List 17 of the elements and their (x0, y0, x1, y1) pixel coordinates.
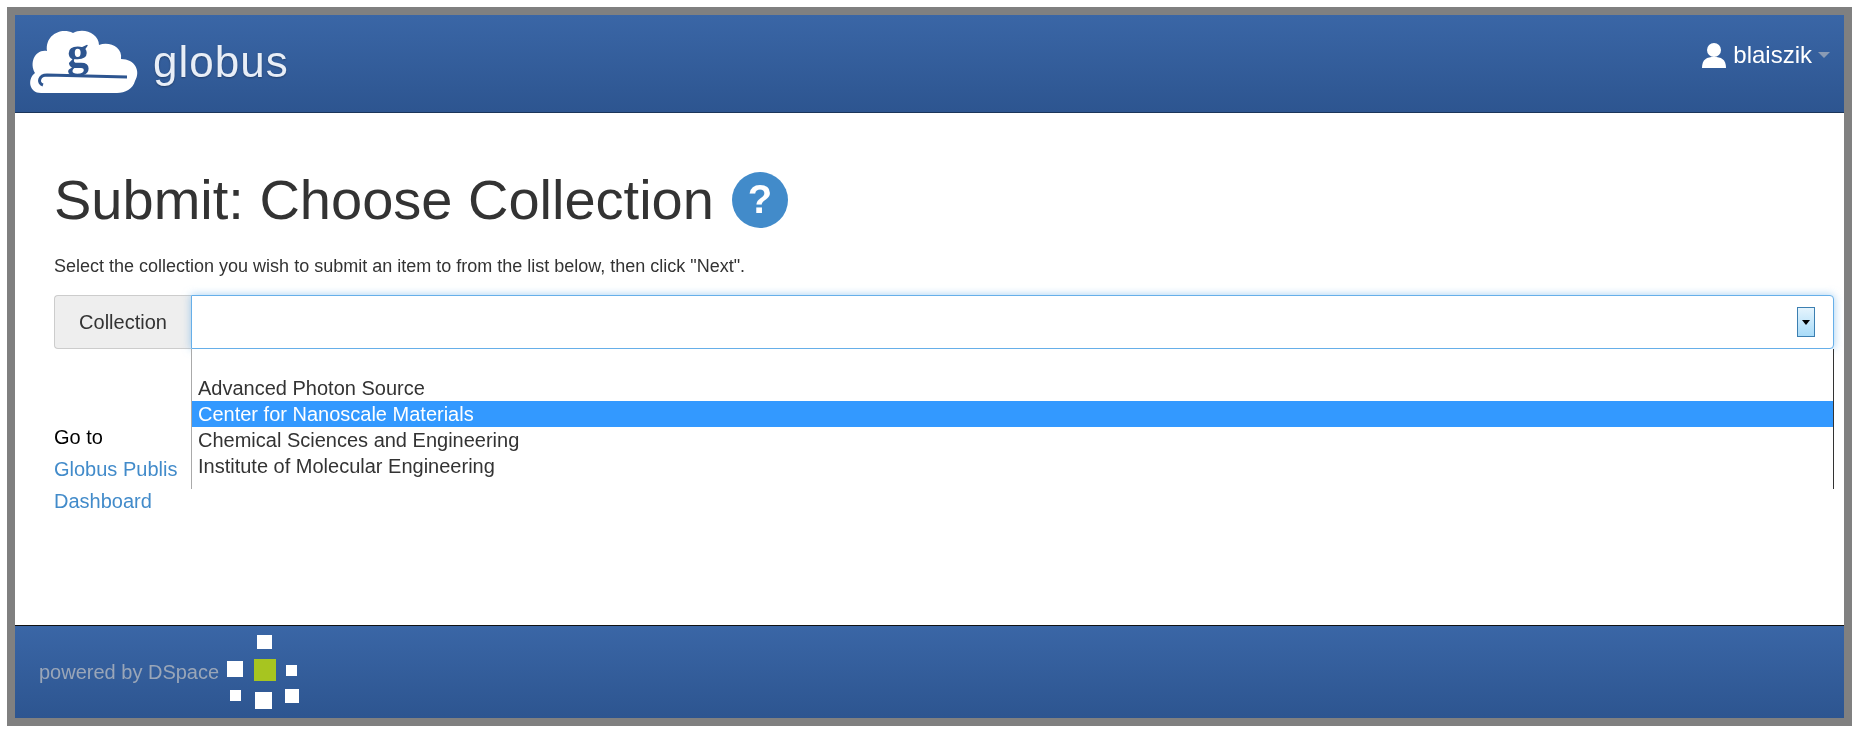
dropdown-option[interactable]: Advanced Photon Source (192, 375, 1833, 401)
dspace-logo-icon (227, 635, 300, 709)
caret-icon (1818, 51, 1830, 59)
dropdown-option[interactable]: Chemical Sciences and Engineering (192, 427, 1833, 453)
instructions-text: Select the collection you wish to submit an item to from the list below, then click "Next". (54, 256, 747, 277)
footer-text: powered by DSpace (39, 660, 220, 684)
logo-text: globus (153, 37, 289, 87)
user-menu[interactable]: blaiszik (1701, 41, 1830, 69)
goto-heading: Go to (54, 425, 103, 450)
help-icon[interactable]: ? (731, 171, 788, 228)
user-icon (1701, 42, 1728, 68)
field-label: Collection (54, 295, 191, 349)
collection-select[interactable] (191, 295, 1834, 349)
nav-link[interactable]: Globus Publis (54, 453, 178, 485)
page-title: Submit: Choose Collection (54, 167, 714, 232)
dropdown-option[interactable]: Institute of Molecular Engineering (192, 453, 1833, 479)
nav-link[interactable]: Dashboard (54, 485, 152, 517)
